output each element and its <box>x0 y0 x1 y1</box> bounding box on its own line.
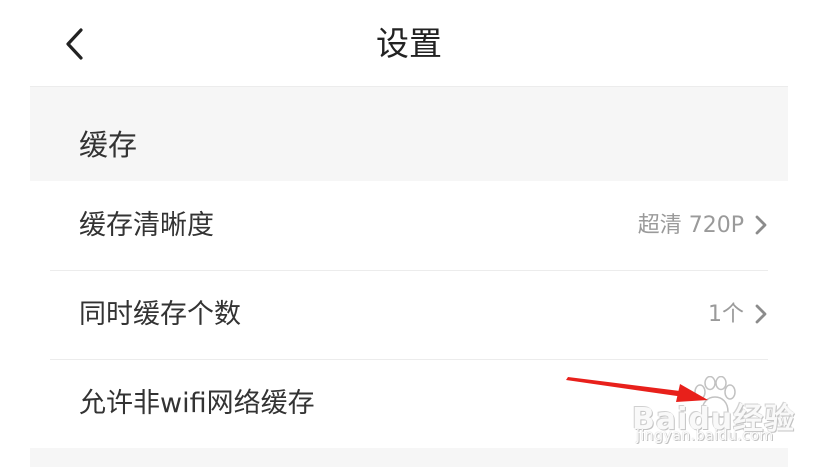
setting-label: 同时缓存个数 <box>79 299 241 330</box>
chevron-right-icon <box>755 304 767 324</box>
settings-screen: 设置 缓存 缓存清晰度 超清 720P 同时缓存个数 1个 允许非wifi网络缓… <box>0 0 828 467</box>
setting-value: 超清 720P <box>637 213 744 238</box>
watermark-url: jingyan.baidu.com <box>636 428 774 444</box>
chevron-right-icon <box>755 215 767 235</box>
section-footer <box>30 448 788 467</box>
setting-row-cache-quality[interactable]: 缓存清晰度 超清 720P <box>50 181 768 271</box>
section-title: 缓存 <box>79 128 138 162</box>
navigation-bar: 设置 <box>30 0 788 87</box>
setting-row-cache-count[interactable]: 同时缓存个数 1个 <box>50 270 768 360</box>
section-header-cache: 缓存 <box>30 87 788 181</box>
setting-value: 1个 <box>708 302 744 327</box>
page-title: 设置 <box>376 24 442 63</box>
red-arrow-annotation <box>566 377 708 402</box>
setting-label: 缓存清晰度 <box>79 210 214 241</box>
setting-label: 允许非wifi网络缓存 <box>79 388 315 419</box>
